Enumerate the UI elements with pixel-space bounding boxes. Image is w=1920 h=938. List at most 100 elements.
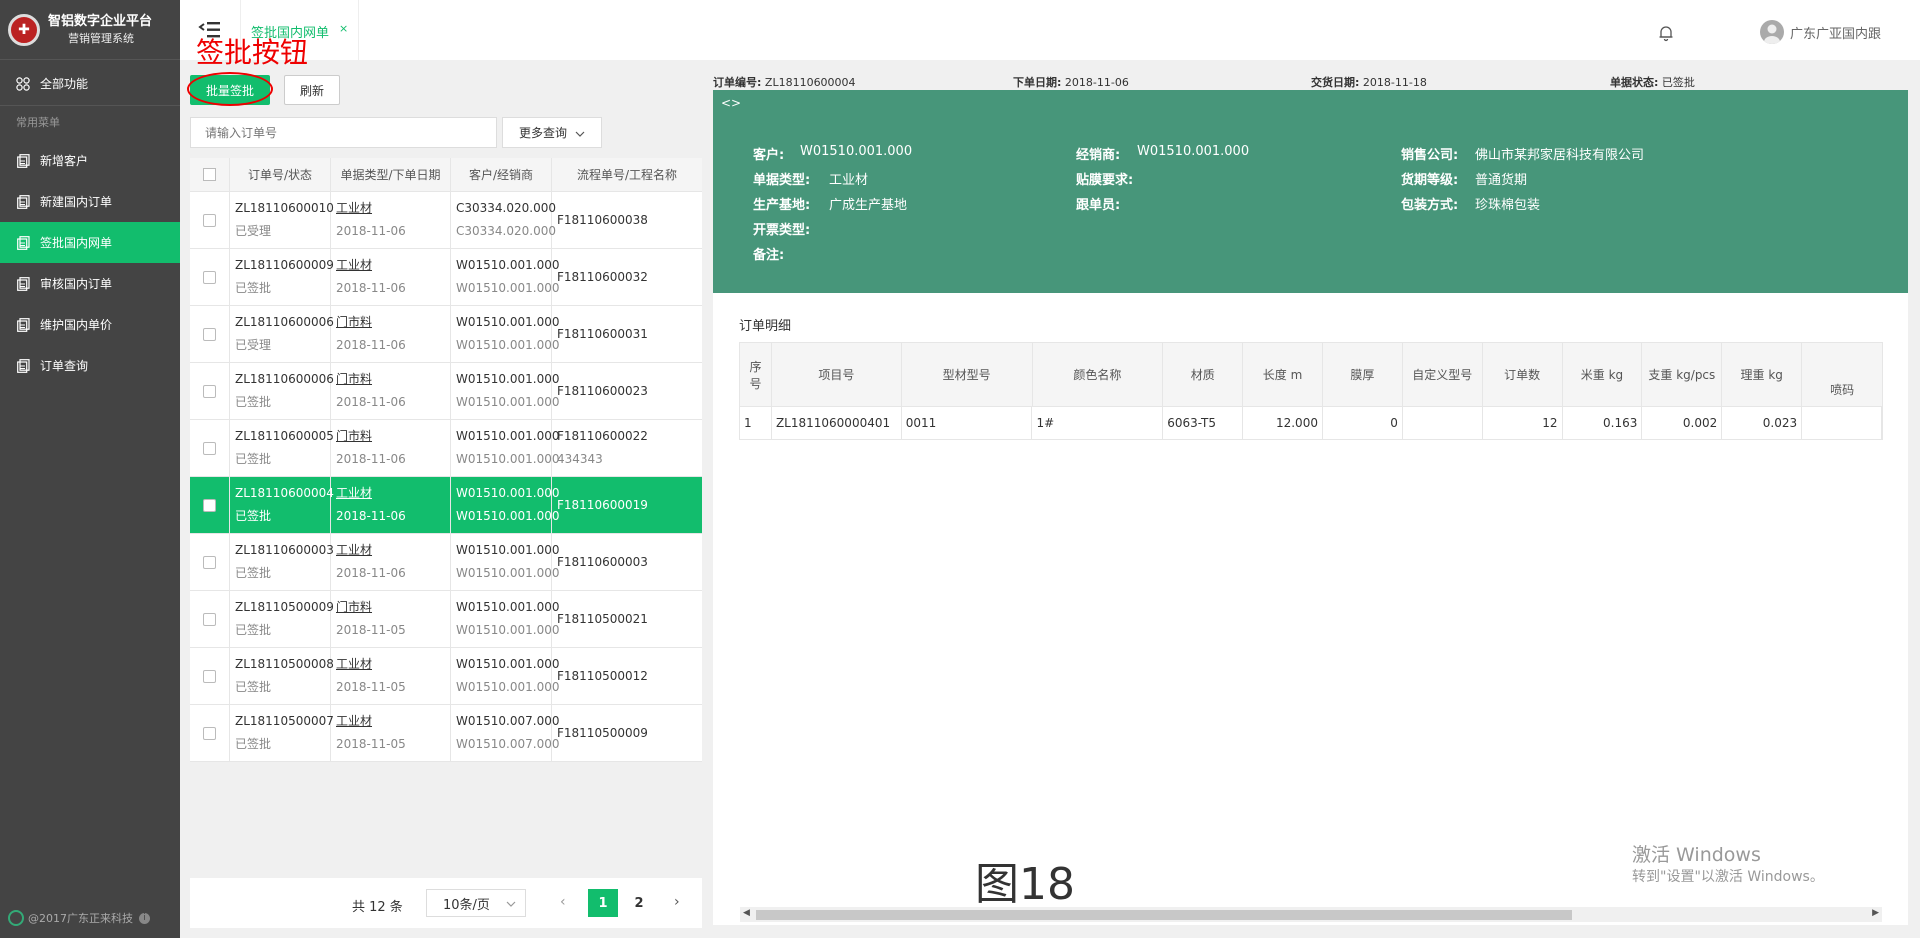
dealer-code: W01510.001.000 — [456, 395, 560, 409]
sidebar-item-4[interactable]: 维护国内单价 — [0, 304, 180, 345]
table-row[interactable]: ZL18110500009 已签批 门市料 2018-11-05 W01510.001.… — [190, 591, 702, 648]
sales-company-label: 销售公司: — [1401, 148, 1459, 163]
table-row[interactable]: ZL18110600005 已签批 门市料 2018-11-06 W01510.001.… — [190, 420, 702, 477]
sidebar-item-3[interactable]: 审核国内订单 — [0, 263, 180, 304]
row-checkbox[interactable] — [203, 327, 216, 341]
order-status: 已签批 — [235, 281, 272, 295]
sales-company-value: 佛山市某邦家居科技有限公司 — [1475, 148, 1645, 163]
scroll-right-icon[interactable]: ▶ — [1872, 908, 1879, 918]
dealer-label: 经销商: — [1076, 148, 1121, 163]
row-checkbox[interactable] — [203, 441, 216, 455]
row-checkbox[interactable] — [203, 270, 216, 284]
table-row[interactable]: ZL18110600003 已签批 工业材 2018-11-06 W01510.001.… — [190, 534, 702, 591]
horizontal-scrollbar[interactable]: ◀ ▶ — [740, 907, 1882, 922]
sidebar-footer: @2017广东正来科技 i — [0, 898, 180, 938]
doc-type: 门市料 — [336, 429, 373, 443]
film-requirement-label: 贴膜要求: — [1076, 173, 1134, 188]
page-button-1[interactable]: 1 — [588, 889, 618, 917]
column-header: 序号 — [740, 343, 772, 406]
delivery-grade-label: 货期等级: — [1401, 173, 1459, 188]
flow-number: F18110500021 — [557, 611, 648, 626]
sidebar-item-5[interactable]: 订单查询 — [0, 345, 180, 386]
row-checkbox[interactable] — [203, 726, 216, 740]
dealer-code: W01510.001.000 — [456, 338, 560, 352]
order-number: ZL18110600006 — [235, 372, 334, 386]
order-number: ZL18110600004 — [235, 486, 334, 500]
page-button-2[interactable]: 2 — [624, 889, 654, 917]
delivery-date-label: 交货日期: — [1311, 76, 1360, 89]
table-row[interactable]: ZL18110600010 已受理 工业材 2018-11-06 C30334.020.… — [190, 192, 702, 249]
column-header: 喷码 — [1830, 383, 1855, 397]
close-icon[interactable]: × — [339, 22, 348, 35]
scroll-left-icon[interactable]: ◀ — [743, 908, 750, 918]
row-checkbox[interactable] — [203, 555, 216, 569]
order-detail-header: 序号 项目号 型材型号 颜色名称 材质 长度 m 膜厚 自定义型号 订单数 米重 kg 支重 kg/… — [740, 343, 1882, 407]
detail-header: 订单编号: ZL18110600004 下单日期: 2018-11-06 交货日… — [713, 74, 1908, 90]
order-no-label: 订单编号: — [713, 76, 762, 89]
table-row[interactable]: ZL18110600009 已签批 工业材 2018-11-06 W01510.001.… — [190, 249, 702, 306]
dealer-code: W01510.001.000 — [456, 509, 560, 523]
table-row[interactable]: ZL18110500008 已签批 工业材 2018-11-05 W01510.001.… — [190, 648, 702, 705]
packaging-value: 珍珠棉包装 — [1475, 198, 1541, 213]
column-header: 客户/经销商 — [451, 158, 552, 191]
page-size-select[interactable]: 10条/页 — [426, 889, 526, 917]
order-list: 订单号/状态 单据类型/下单日期 客户/经销商 流程单号/工程名称 ZL1811… — [190, 158, 702, 762]
row-checkbox[interactable] — [203, 213, 216, 227]
column-header: 长度 m — [1243, 343, 1323, 406]
sidebar-item-2[interactable]: 签批国内网单 — [0, 222, 180, 263]
sidebar-item-all-functions[interactable]: 全部功能 — [0, 62, 180, 106]
refresh-button[interactable]: 刷新 — [284, 75, 340, 105]
expand-toggle-icon[interactable]: <> — [721, 96, 741, 110]
order-status: 已受理 — [235, 224, 272, 238]
column-header: 支重 kg/pcs — [1642, 343, 1723, 406]
document-icon — [16, 276, 30, 291]
row-checkbox[interactable] — [203, 612, 216, 626]
batch-sign-button[interactable]: 批量签批 — [190, 75, 270, 105]
bell-icon[interactable] — [1657, 24, 1675, 42]
table-cell: 0011 — [902, 407, 1033, 439]
order-summary-panel: <> 客户: W01510.001.000 经销商: W01510.001.00… — [713, 90, 1908, 293]
order-date: 2018-11-05 — [336, 737, 406, 751]
sidebar-item-label: 维护国内单价 — [40, 318, 113, 332]
dealer-value: W01510.001.000 — [1137, 144, 1250, 159]
table-row[interactable]: ZL18110600004 已签批 工业材 2018-11-06 W01510.001.… — [190, 477, 702, 534]
customer-value: W01510.001.000 — [800, 144, 913, 159]
order-number: ZL18110600009 — [235, 258, 334, 272]
info-icon[interactable]: i — [139, 912, 150, 924]
column-header: 订单号/状态 — [230, 158, 331, 191]
watermark-line1: 激活 Windows — [1632, 844, 1761, 866]
flow-number: F18110600023 — [557, 383, 648, 398]
dealer-code: W01510.001.000 — [456, 680, 560, 694]
doc-type: 门市料 — [336, 600, 373, 614]
table-row[interactable]: ZL18110600006 已受理 门市料 2018-11-06 W01510.001.… — [190, 306, 702, 363]
table-row[interactable]: ZL18110500007 已签批 工业材 2018-11-05 W01510.007.… — [190, 705, 702, 762]
table-row[interactable]: ZL18110600006 已签批 门市料 2018-11-06 W01510.001.… — [190, 363, 702, 420]
brand-subtitle: 营销管理系统 — [68, 31, 134, 45]
row-checkbox[interactable] — [203, 669, 216, 683]
order-no-value: ZL18110600004 — [764, 76, 856, 89]
user-name: 广东广亚国内跟 — [1790, 26, 1882, 42]
column-header: 流程单号/工程名称 — [576, 168, 678, 182]
order-date: 2018-11-06 — [336, 224, 406, 238]
order-status: 已签批 — [235, 452, 272, 466]
sidebar-item-1[interactable]: 新建国内订单 — [0, 181, 180, 222]
scrollbar-thumb[interactable] — [756, 910, 1572, 920]
document-icon — [16, 317, 30, 332]
sidebar-item-0[interactable]: 新增客户 — [0, 140, 180, 181]
production-base-value: 广成生产基地 — [829, 198, 908, 213]
windows-activation-watermark: 激活 Windows 转到"设置"以激活 Windows。 — [1632, 843, 1824, 887]
order-date-value: 2018-11-06 — [1064, 76, 1129, 89]
row-checkbox[interactable] — [203, 384, 216, 398]
row-checkbox[interactable] — [203, 498, 216, 512]
select-all-checkbox[interactable] — [203, 168, 216, 181]
user-menu[interactable]: 广东广亚国内跟 — [1760, 20, 1881, 44]
order-number: ZL18110600005 — [235, 429, 334, 443]
order-search-input[interactable] — [190, 117, 497, 148]
prev-page-button[interactable]: ‹ — [560, 894, 566, 910]
company-seal-logo: ✚ — [8, 13, 40, 46]
order-number: ZL18110500009 — [235, 600, 334, 614]
order-status: 已签批 — [235, 737, 272, 751]
more-query-dropdown[interactable]: 更多查询 — [502, 117, 602, 148]
next-page-button[interactable]: › — [674, 894, 680, 910]
table-row[interactable]: 1 ZL1811060000401 0011 1# 6063-T5 12.000 0 12 0.… — [740, 407, 1882, 439]
